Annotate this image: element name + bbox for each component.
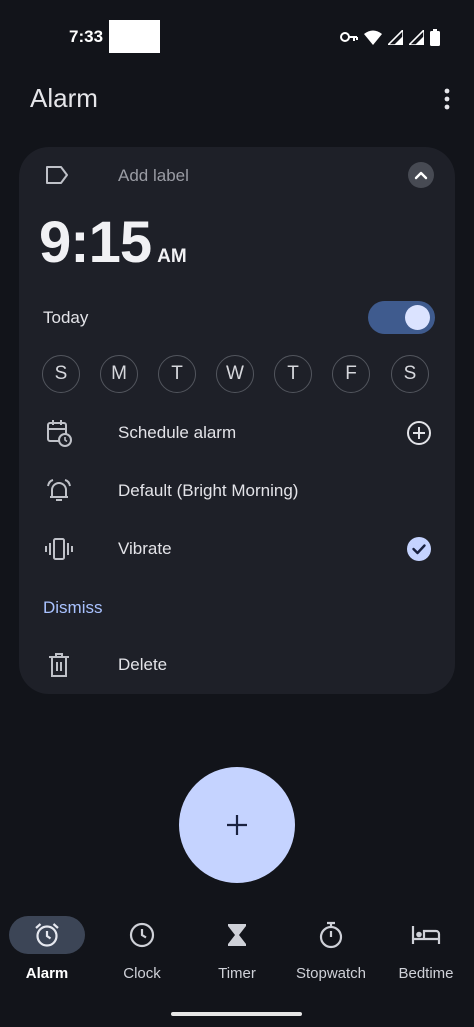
alarm-time-value: 9:15 — [39, 210, 152, 275]
ringtone-label: Default (Bright Morning) — [118, 481, 299, 500]
page-title: Alarm — [30, 83, 98, 113]
bed-icon — [411, 926, 441, 944]
nav-bedtime-label: Bedtime — [398, 965, 454, 982]
nav-timer[interactable]: Timer — [190, 906, 284, 992]
add-schedule-button[interactable] — [405, 419, 433, 447]
day-friday[interactable]: F — [332, 355, 370, 393]
wifi-icon — [364, 30, 382, 45]
calendar-clock-icon — [45, 419, 73, 447]
vibrate-checkbox[interactable] — [405, 535, 433, 563]
vibrate-icon — [45, 535, 73, 563]
status-time: 7:33 — [69, 27, 104, 46]
alarm-bell-icon — [45, 477, 73, 505]
nav-stopwatch[interactable]: Stopwatch — [284, 906, 378, 992]
day-saturday[interactable]: S — [391, 355, 429, 393]
alarm-icon — [35, 923, 59, 947]
redacted-area — [109, 20, 160, 53]
status-icons — [340, 27, 440, 47]
alarm-enabled-toggle[interactable] — [368, 301, 435, 334]
ringtone-row[interactable]: Default (Bright Morning) — [45, 473, 433, 509]
dismiss-button[interactable]: Dismiss — [43, 598, 103, 618]
day-wednesday[interactable]: W — [216, 355, 254, 393]
nav-bedtime[interactable]: Bedtime — [379, 906, 473, 992]
stopwatch-icon — [319, 921, 343, 949]
day-sunday[interactable]: S — [42, 355, 80, 393]
nav-alarm[interactable]: Alarm — [0, 906, 94, 992]
add-circle-icon — [407, 421, 431, 445]
day-monday[interactable]: M — [100, 355, 138, 393]
signal-icon — [409, 29, 424, 45]
more-options-button[interactable] — [432, 84, 462, 114]
day-thursday[interactable]: T — [274, 355, 312, 393]
alarm-time[interactable]: 9:15 AM — [39, 209, 187, 276]
nav-clock-pill — [104, 916, 180, 954]
vpn-key-icon — [340, 32, 358, 42]
vibrate-label: Vibrate — [118, 539, 172, 558]
chevron-up-icon — [414, 171, 428, 180]
nav-bedtime-pill — [388, 916, 464, 954]
schedule-alarm-label: Schedule alarm — [118, 423, 237, 442]
status-bar: 7:33 — [0, 0, 474, 72]
add-alarm-button[interactable] — [179, 767, 295, 883]
nav-clock-label: Clock — [123, 965, 161, 982]
more-vert-icon — [444, 88, 450, 110]
collapse-button[interactable] — [408, 162, 434, 188]
toggle-knob — [405, 305, 430, 330]
clock-icon — [129, 922, 155, 948]
plus-icon — [227, 815, 247, 835]
vibrate-row[interactable]: Vibrate — [45, 531, 433, 567]
gesture-handle — [171, 1012, 302, 1016]
alarm-schedule-text: Today — [43, 308, 89, 327]
check-circle-icon — [407, 537, 431, 561]
schedule-alarm-row[interactable]: Schedule alarm — [45, 415, 433, 451]
delete-label: Delete — [118, 655, 168, 674]
bottom-navigation: Alarm Clock Timer Stopwatch Bedtime — [0, 906, 474, 996]
hourglass-icon — [228, 924, 246, 946]
day-tuesday[interactable]: T — [158, 355, 196, 393]
alarm-card: Add label 9:15 AM Today S M T W T F S Sc… — [19, 147, 455, 694]
nav-stopwatch-label: Stopwatch — [295, 965, 367, 982]
alarm-ampm: AM — [157, 246, 187, 267]
add-label-row[interactable]: Add label — [45, 161, 435, 191]
label-icon — [46, 166, 68, 184]
nav-alarm-label: Alarm — [25, 965, 69, 982]
add-label-text: Add label — [118, 166, 189, 185]
trash-icon — [45, 651, 73, 679]
nav-clock[interactable]: Clock — [95, 906, 189, 992]
signal-icon — [388, 29, 403, 45]
day-selector: S M T W T F S — [42, 355, 432, 395]
nav-alarm-pill — [9, 916, 85, 954]
delete-row[interactable]: Delete — [45, 647, 433, 683]
nav-timer-pill — [199, 916, 275, 954]
nav-stopwatch-pill — [293, 916, 369, 954]
battery-icon — [430, 28, 440, 46]
nav-timer-label: Timer — [218, 965, 256, 982]
